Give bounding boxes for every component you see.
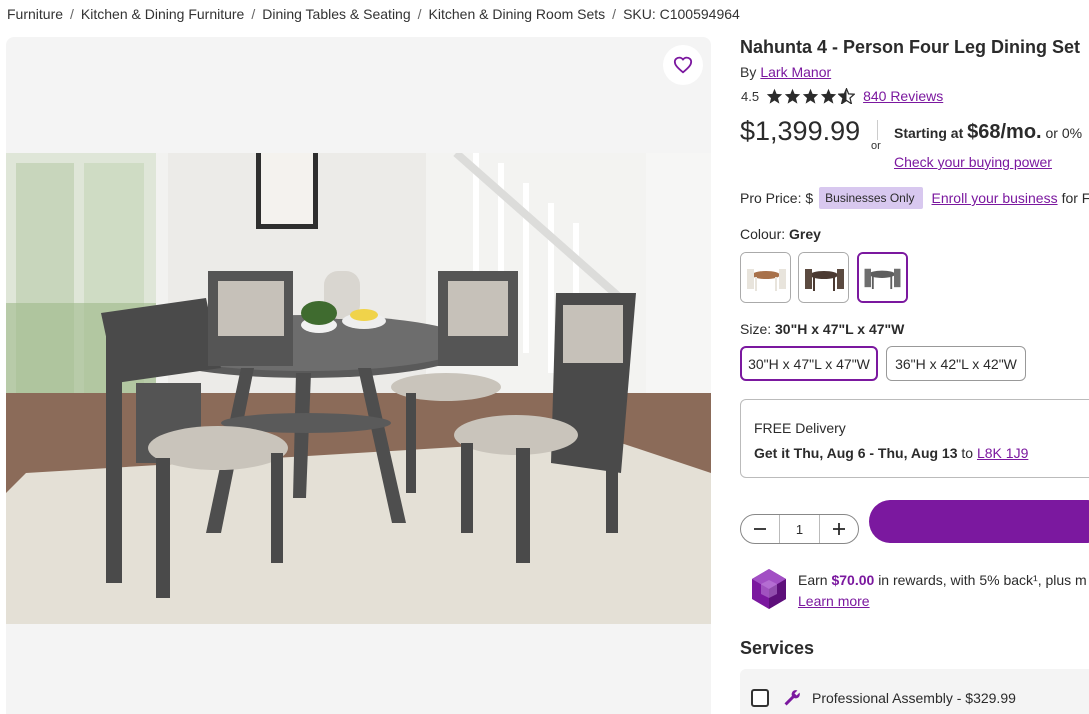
pro-price-tail: for F (1061, 190, 1089, 206)
badge-label: Businesses Only (825, 191, 915, 205)
size-label: Size: 30"H x 47"L x 47"W (740, 321, 904, 337)
businesses-only-badge: Businesses Only (819, 187, 923, 209)
colour-label-text: Colour: (740, 226, 786, 242)
breadcrumb-kitchen-dining-room-sets[interactable]: Kitchen & Dining Room Sets (429, 6, 606, 22)
or-label: or (871, 140, 881, 152)
financing-suffix: or 0% (1045, 125, 1083, 141)
colour-selected: Grey (789, 226, 821, 242)
add-to-cart-button[interactable] (869, 500, 1089, 543)
minus-icon (754, 528, 766, 530)
services-title: Services (740, 638, 815, 658)
breadcrumb: Furniture / Kitchen & Dining Furniture / Din… (7, 6, 740, 22)
star-half-icon (838, 88, 856, 104)
brand-link[interactable]: Lark Manor (760, 64, 831, 80)
by-label: By (740, 64, 757, 80)
rating-stars (766, 88, 856, 104)
size-selected: 30"H x 47"L x 47"W (775, 321, 905, 337)
product-title: Nahunta 4 - Person Four Leg Dining Set (740, 37, 1081, 57)
star-icon (784, 88, 801, 104)
learn-more-link[interactable]: Learn more (798, 593, 870, 609)
delivery-date: Get it Thu, Aug 6 - Thu, Aug 13 (754, 445, 958, 461)
buying-power-link[interactable]: Check your buying power (894, 154, 1052, 170)
swatch-image (741, 253, 790, 302)
product-price: $1,399.99 (740, 116, 861, 146)
pro-price-row: Pro Price: $ Businesses Only Enroll your… (740, 187, 1089, 209)
rewards-amount: $70.00 (831, 572, 875, 588)
breadcrumb-dining-tables-seating[interactable]: Dining Tables & Seating (262, 6, 410, 22)
size-option-30x47x47[interactable]: 30"H x 47"L x 47"W (740, 346, 878, 381)
gem-icon (752, 569, 786, 609)
heart-icon (673, 56, 693, 74)
colour-label: Colour: Grey (740, 226, 821, 242)
rating-row: 4.5 840 Reviews (741, 88, 943, 104)
plus-icon (833, 523, 845, 535)
financing-offer: Starting at $68/mo. or 0% (894, 121, 1082, 144)
reviews-link[interactable]: 840 Reviews (863, 88, 943, 104)
pro-price-label: Pro Price: $ (740, 190, 814, 206)
financing-prefix: Starting at (894, 125, 964, 141)
wrench-icon (784, 690, 800, 706)
postal-code-link[interactable]: L8K 1J9 (977, 445, 1028, 461)
breadcrumb-sku: SKU: C100594964 (623, 6, 740, 22)
rewards-text: Earn $70.00 in rewards, with 5% back¹, p… (798, 572, 1087, 588)
financing-amount: $68/mo. (967, 121, 1042, 143)
product-image-gallery[interactable] (6, 37, 711, 714)
quantity-decrease-button[interactable] (741, 515, 779, 543)
delivery-title: FREE Delivery (754, 420, 846, 436)
product-photo[interactable] (6, 153, 711, 624)
colour-swatch-natural[interactable] (740, 252, 791, 303)
rewards-prefix: Earn (798, 572, 828, 588)
brand-line: By Lark Manor (740, 64, 831, 80)
delivery-date-line: Get it Thu, Aug 6 - Thu, Aug 13 to L8K 1… (754, 445, 1028, 461)
price-divider (877, 120, 878, 140)
star-icon (820, 88, 837, 104)
breadcrumb-kitchen-dining-furniture[interactable]: Kitchen & Dining Furniture (81, 6, 244, 22)
star-icon (766, 88, 783, 104)
breadcrumb-separator: / (612, 6, 617, 22)
quantity-increase-button[interactable] (820, 515, 858, 543)
rating-value: 4.5 (741, 88, 760, 104)
rewards-suffix: in rewards, with 5% back¹, plus m (878, 572, 1087, 588)
delivery-to: to (961, 445, 974, 461)
colour-swatch-brown[interactable] (798, 252, 849, 303)
favorite-button[interactable] (663, 45, 703, 85)
quantity-stepper: 1 (740, 514, 859, 544)
star-icon (802, 88, 819, 104)
size-option-36x42x42[interactable]: 36"H x 42"L x 42"W (886, 346, 1026, 381)
quantity-value[interactable]: 1 (779, 515, 820, 543)
enroll-business-link[interactable]: Enroll your business (932, 190, 1058, 206)
breadcrumb-separator: / (251, 6, 256, 22)
professional-assembly-label: Professional Assembly - $329.99 (812, 690, 1016, 706)
size-label-text: Size: (740, 321, 772, 337)
professional-assembly-checkbox[interactable] (751, 689, 769, 707)
colour-swatch-grey[interactable] (857, 252, 908, 303)
breadcrumb-separator: / (417, 6, 422, 22)
breadcrumb-furniture[interactable]: Furniture (7, 6, 63, 22)
swatch-image (859, 254, 906, 301)
swatch-image (799, 253, 848, 302)
breadcrumb-separator: / (70, 6, 74, 22)
delivery-box (740, 399, 1089, 478)
